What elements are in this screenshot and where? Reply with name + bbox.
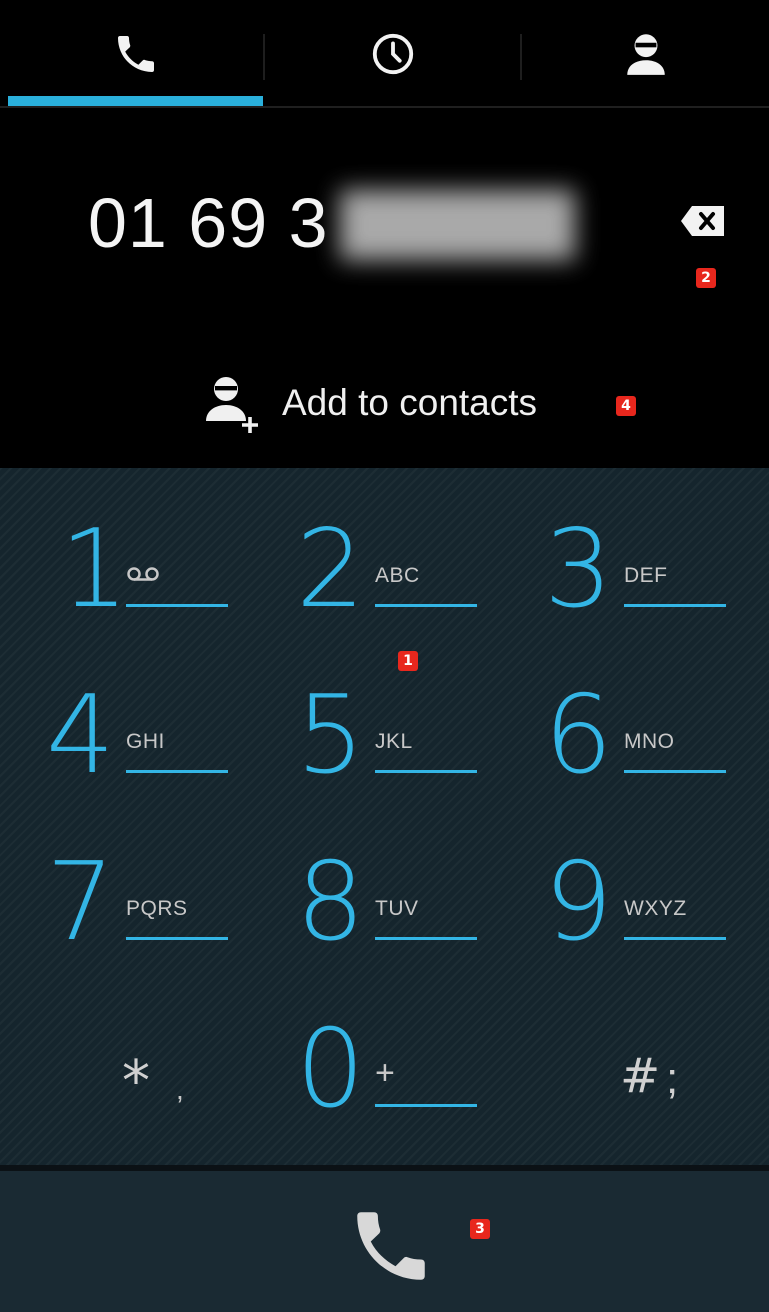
annotation-badge: 3 xyxy=(470,1219,490,1239)
key-underline xyxy=(375,1104,477,1107)
key-letters: GHI xyxy=(126,730,165,753)
key-digit: 4 xyxy=(46,673,115,798)
key-letters: TUV xyxy=(375,897,419,920)
key-letters: DEF xyxy=(624,564,668,587)
key-underline xyxy=(375,770,477,773)
key-digit: 9 xyxy=(544,840,613,965)
annotation-badge: 4 xyxy=(616,396,636,416)
key-digit: 5 xyxy=(296,673,365,798)
key-2[interactable]: 2 ABC xyxy=(260,502,508,668)
tab-bar xyxy=(0,0,769,108)
add-to-contacts-button[interactable]: Add to contacts xyxy=(200,368,537,438)
tab-recent[interactable] xyxy=(265,0,520,108)
key-star[interactable]: * , xyxy=(10,1002,258,1168)
phone-icon xyxy=(357,1212,425,1280)
key-underline xyxy=(624,937,726,940)
tab-contacts[interactable] xyxy=(522,0,769,108)
key-underline xyxy=(375,937,477,940)
dial-pad: 1 2 ABC 3 DEF 1 4 GHI 5 JKL 6 MNO 7 PQRS xyxy=(0,468,769,1165)
key-digit: * xyxy=(122,1049,150,1114)
key-underline xyxy=(126,604,228,607)
number-display: 01 69 3 2 Add to contacts 4 xyxy=(0,108,769,468)
voicemail-icon xyxy=(127,567,159,581)
key-letters: , xyxy=(176,1074,185,1105)
key-7[interactable]: 7 PQRS xyxy=(10,835,258,1001)
key-hash[interactable]: # ; xyxy=(508,1002,756,1168)
key-digit: 7 xyxy=(46,840,115,965)
backspace-icon xyxy=(681,206,724,236)
add-contact-icon xyxy=(206,377,258,433)
phone-icon xyxy=(117,36,154,72)
key-digit: 1 xyxy=(60,507,129,632)
key-letters: ; xyxy=(666,1054,679,1103)
key-digit: 8 xyxy=(296,840,365,965)
key-4[interactable]: 4 GHI xyxy=(10,668,258,834)
key-1[interactable]: 1 xyxy=(10,502,258,668)
backspace-button[interactable] xyxy=(680,204,726,238)
key-8[interactable]: 8 TUV xyxy=(260,835,508,1001)
dialed-number[interactable]: 01 69 3 xyxy=(88,188,329,258)
key-digit: 2 xyxy=(296,507,365,632)
key-letters: MNO xyxy=(624,730,675,753)
key-digit: # xyxy=(620,1048,661,1104)
key-letters: JKL xyxy=(375,730,413,753)
key-digit: 6 xyxy=(544,673,613,798)
call-button[interactable]: 3 xyxy=(0,1171,769,1312)
tab-phone[interactable] xyxy=(8,0,263,108)
key-letters: WXYZ xyxy=(624,897,687,920)
key-underline xyxy=(126,937,228,940)
person-icon xyxy=(626,34,665,75)
add-to-contacts-label: Add to contacts xyxy=(282,382,538,423)
annotation-badge: 2 xyxy=(696,268,716,288)
key-5[interactable]: 5 JKL xyxy=(260,668,508,834)
key-underline xyxy=(624,604,726,607)
key-0[interactable]: 0 + xyxy=(260,1002,508,1168)
key-underline xyxy=(375,604,477,607)
key-6[interactable]: 6 MNO xyxy=(508,668,756,834)
blurred-digits xyxy=(340,190,575,260)
key-letters: ABC xyxy=(375,564,420,587)
clock-icon xyxy=(372,33,413,75)
key-digit: 3 xyxy=(544,507,613,632)
key-3[interactable]: 3 DEF xyxy=(508,502,756,668)
key-letters: PQRS xyxy=(126,897,188,920)
key-underline xyxy=(126,770,228,773)
key-digit: 0 xyxy=(296,1007,365,1132)
key-letters: + xyxy=(375,1054,396,1092)
key-9[interactable]: 9 WXYZ xyxy=(508,835,756,1001)
key-underline xyxy=(624,770,726,773)
